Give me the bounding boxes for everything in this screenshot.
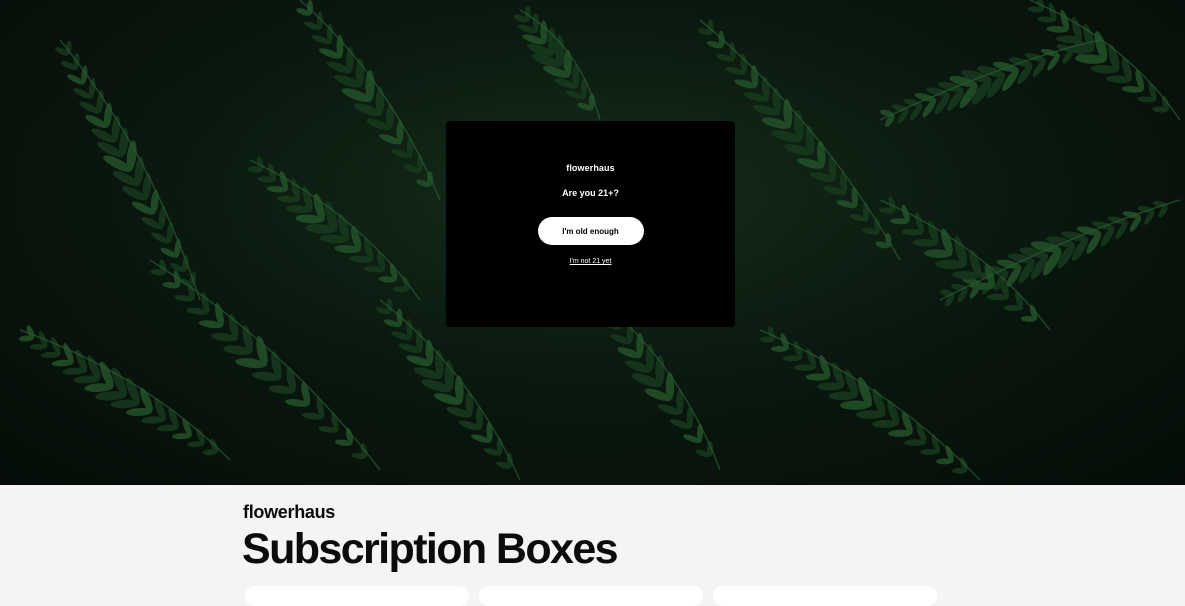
confirm-age-button[interactable]: I'm old enough: [537, 217, 644, 245]
hero-background: flowerhaus Are you 21+? I'm old enough I…: [0, 0, 1185, 485]
product-card[interactable]: [479, 586, 703, 606]
modal-brand-logo: flowerhaus: [566, 163, 615, 173]
page-title: Subscription Boxes: [242, 525, 619, 573]
product-card[interactable]: [245, 586, 469, 606]
age-question: Are you 21+?: [562, 188, 619, 198]
product-card[interactable]: [713, 586, 937, 606]
site-logo[interactable]: flowerhaus: [243, 502, 335, 523]
main-content: flowerhaus Subscription Boxes: [0, 485, 1185, 597]
age-verification-modal: flowerhaus Are you 21+? I'm old enough I…: [446, 121, 735, 327]
decline-age-link[interactable]: I'm not 21 yet: [570, 258, 612, 265]
